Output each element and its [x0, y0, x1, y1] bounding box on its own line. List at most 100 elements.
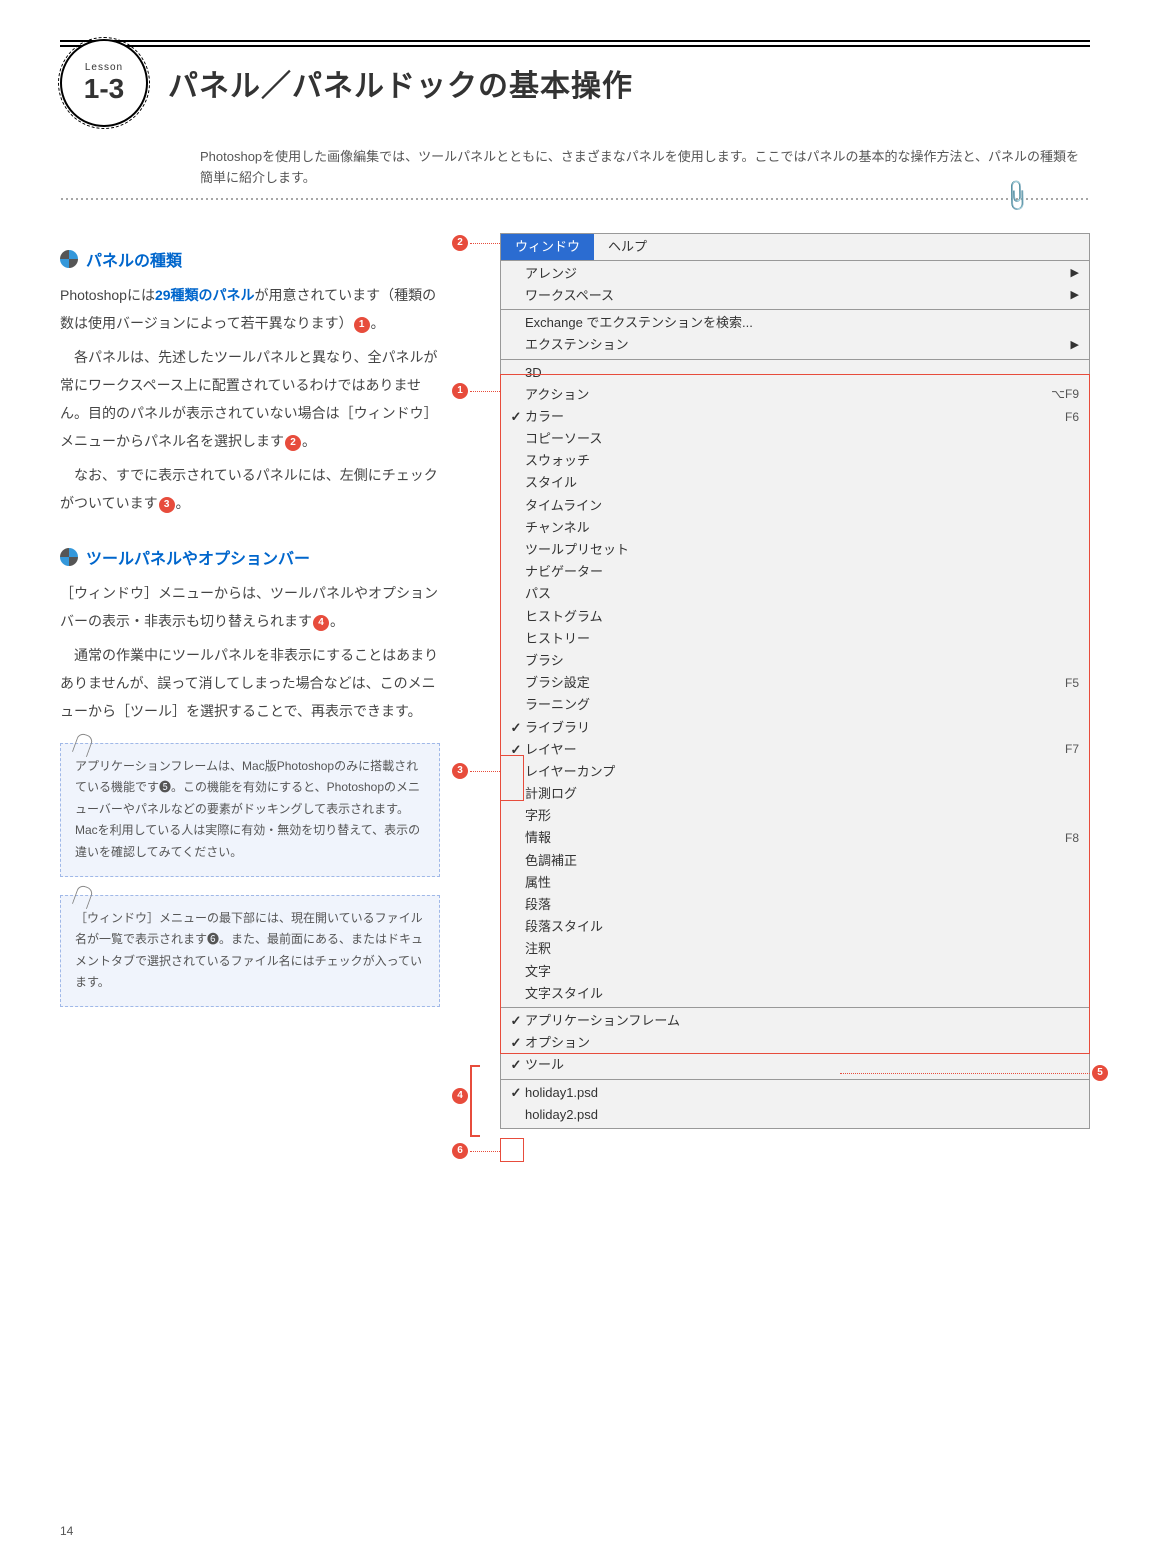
menu-item[interactable]: ✓アプリケーションフレーム [501, 1010, 1089, 1032]
menu-item[interactable]: スウォッチ [501, 450, 1089, 472]
menu-item[interactable]: ✓ライブラリ [501, 717, 1089, 739]
menu-item[interactable]: ブラシ設定F5 [501, 672, 1089, 694]
menu-item[interactable]: 字形 [501, 805, 1089, 827]
text: なお、すでに表示されているパネルには、左側にチェックがついています [60, 467, 438, 511]
menu-item-label: コピーソース [525, 430, 1079, 448]
menu-item[interactable]: ヒストグラム [501, 606, 1089, 628]
menu-item[interactable]: ✓holiday1.psd [501, 1082, 1089, 1104]
menu-item[interactable]: アクション⌥F9 [501, 384, 1089, 406]
menu-item-label: アレンジ [525, 265, 1071, 283]
page-title: パネル／パネルドックの基本操作 [168, 61, 633, 105]
menu-item-label: ブラシ [525, 652, 1079, 670]
menu-item[interactable]: ✓オプション [501, 1032, 1089, 1054]
section-header: パネルの種類 [60, 247, 440, 271]
right-column: 2 1 3 4 5 6 ウィンドウ ヘルプ アレンジ▶ワークスペース▶ Exch… [470, 233, 1090, 1129]
check-icon: ✓ [507, 1034, 525, 1052]
check-icon: ✓ [507, 1056, 525, 1074]
menu-item-label: パス [525, 585, 1079, 603]
submenu-arrow-icon: ▶ [1071, 288, 1079, 303]
menu-section-ext: Exchange でエクステンションを検索...エクステンション▶ [501, 309, 1089, 358]
menu-item-label: スウォッチ [525, 452, 1079, 470]
callout-line [470, 391, 500, 392]
menu-item-label: 文字スタイル [525, 985, 1079, 1003]
callout-line [470, 1151, 500, 1152]
highlight-box-file [500, 1138, 524, 1162]
menu-item[interactable]: 色調補正 [501, 850, 1089, 872]
check-icon: ✓ [507, 1084, 525, 1102]
section-header: ツールパネルやオプションバー [60, 545, 440, 569]
menu-item[interactable]: 文字 [501, 961, 1089, 983]
callout-2: 2 [452, 235, 468, 251]
check-icon: ✓ [507, 1012, 525, 1030]
menu-item-label: アプリケーションフレーム [525, 1012, 1079, 1030]
menu-item[interactable]: エクステンション▶ [501, 334, 1089, 356]
menu-item[interactable]: ✓レイヤーF7 [501, 739, 1089, 761]
menu-bar: ウィンドウ ヘルプ [501, 234, 1089, 260]
menu-item-label: エクステンション [525, 336, 1071, 354]
menu-item[interactable]: 注釈 [501, 938, 1089, 960]
menu-item[interactable]: 情報F8 [501, 827, 1089, 849]
section-title: ツールパネルやオプションバー [86, 545, 310, 569]
menu-item[interactable]: ツールプリセット [501, 539, 1089, 561]
text: 通常の作業中にツールパネルを非表示にすることはあまりありませんが、誤って消してし… [60, 641, 440, 725]
menu-item[interactable]: 3D [501, 362, 1089, 384]
section-icon [60, 548, 78, 566]
menu-item[interactable]: パス [501, 583, 1089, 605]
window-menu: ウィンドウ ヘルプ アレンジ▶ワークスペース▶ Exchange でエクステンシ… [500, 233, 1090, 1129]
callout-3: 3 [452, 763, 468, 779]
text: 。 [371, 315, 385, 331]
dotted-rule: 📎 [60, 197, 1090, 203]
menu-item-label: 計測ログ [525, 785, 1079, 803]
menu-item[interactable]: タイムライン [501, 495, 1089, 517]
menu-item[interactable]: スタイル [501, 472, 1089, 494]
menu-item[interactable]: holiday2.psd [501, 1104, 1089, 1126]
section-title: パネルの種類 [86, 247, 182, 271]
menu-section-opts: ✓アプリケーションフレーム✓オプション✓ツール [501, 1007, 1089, 1079]
lesson-badge: Lesson 1-3 [60, 39, 148, 127]
menu-item-label: タイムライン [525, 497, 1079, 515]
menu-item[interactable]: Exchange でエクステンションを検索... [501, 312, 1089, 334]
menu-section-panels: 3Dアクション⌥F9✓カラーF6 コピーソーススウォッチスタイルタイムラインチャン… [501, 359, 1089, 1007]
check-icon: ✓ [507, 719, 525, 737]
menu-item[interactable]: ナビゲーター [501, 561, 1089, 583]
menu-item[interactable]: 計測ログ [501, 783, 1089, 805]
menu-item[interactable]: ワークスペース▶ [501, 285, 1089, 307]
menu-section-files: ✓holiday1.psdholiday2.psd [501, 1079, 1089, 1128]
menu-item-label: 段落 [525, 896, 1079, 914]
lesson-number: 1-3 [84, 73, 124, 105]
menu-item-label: holiday1.psd [525, 1084, 1079, 1102]
check-icon: ✓ [507, 408, 525, 426]
shortcut: ⌥F9 [1051, 386, 1079, 403]
menu-item[interactable]: 段落 [501, 894, 1089, 916]
menu-item[interactable]: ブラシ [501, 650, 1089, 672]
text: 。 [176, 495, 190, 511]
callout-bracket [470, 1065, 480, 1137]
menu-help[interactable]: ヘルプ [594, 234, 661, 260]
menu-item-label: ワークスペース [525, 287, 1071, 305]
menu-item-label: レイヤーカンプ [525, 763, 1079, 781]
menu-item[interactable]: ラーニング [501, 694, 1089, 716]
menu-item[interactable]: 属性 [501, 872, 1089, 894]
menu-item-label: ライブラリ [525, 719, 1079, 737]
menu-window[interactable]: ウィンドウ [501, 234, 594, 260]
menu-section-top: アレンジ▶ワークスペース▶ [501, 260, 1089, 309]
menu-item[interactable]: 文字スタイル [501, 983, 1089, 1005]
callout-line [470, 771, 500, 772]
menu-item[interactable]: アレンジ▶ [501, 263, 1089, 285]
menu-item-label: 色調補正 [525, 852, 1079, 870]
callout-line [840, 1073, 1090, 1074]
menu-item-label: カラー [525, 408, 1065, 426]
shortcut: F7 [1065, 741, 1079, 758]
menu-item-label: チャンネル [525, 519, 1079, 537]
menu-item[interactable]: レイヤーカンプ [501, 761, 1089, 783]
callout-line [470, 243, 500, 244]
menu-item-label: 段落スタイル [525, 918, 1079, 936]
callout-marker-3: 3 [159, 497, 175, 513]
menu-item[interactable]: チャンネル [501, 517, 1089, 539]
menu-item[interactable]: ✓カラーF6 [501, 406, 1089, 428]
menu-item[interactable]: コピーソース [501, 428, 1089, 450]
left-column: パネルの種類 Photoshopには29種類のパネルが用意されています（種類の数… [60, 233, 440, 1129]
callout-marker-4: 4 [313, 615, 329, 631]
menu-item[interactable]: ヒストリー [501, 628, 1089, 650]
menu-item[interactable]: 段落スタイル [501, 916, 1089, 938]
